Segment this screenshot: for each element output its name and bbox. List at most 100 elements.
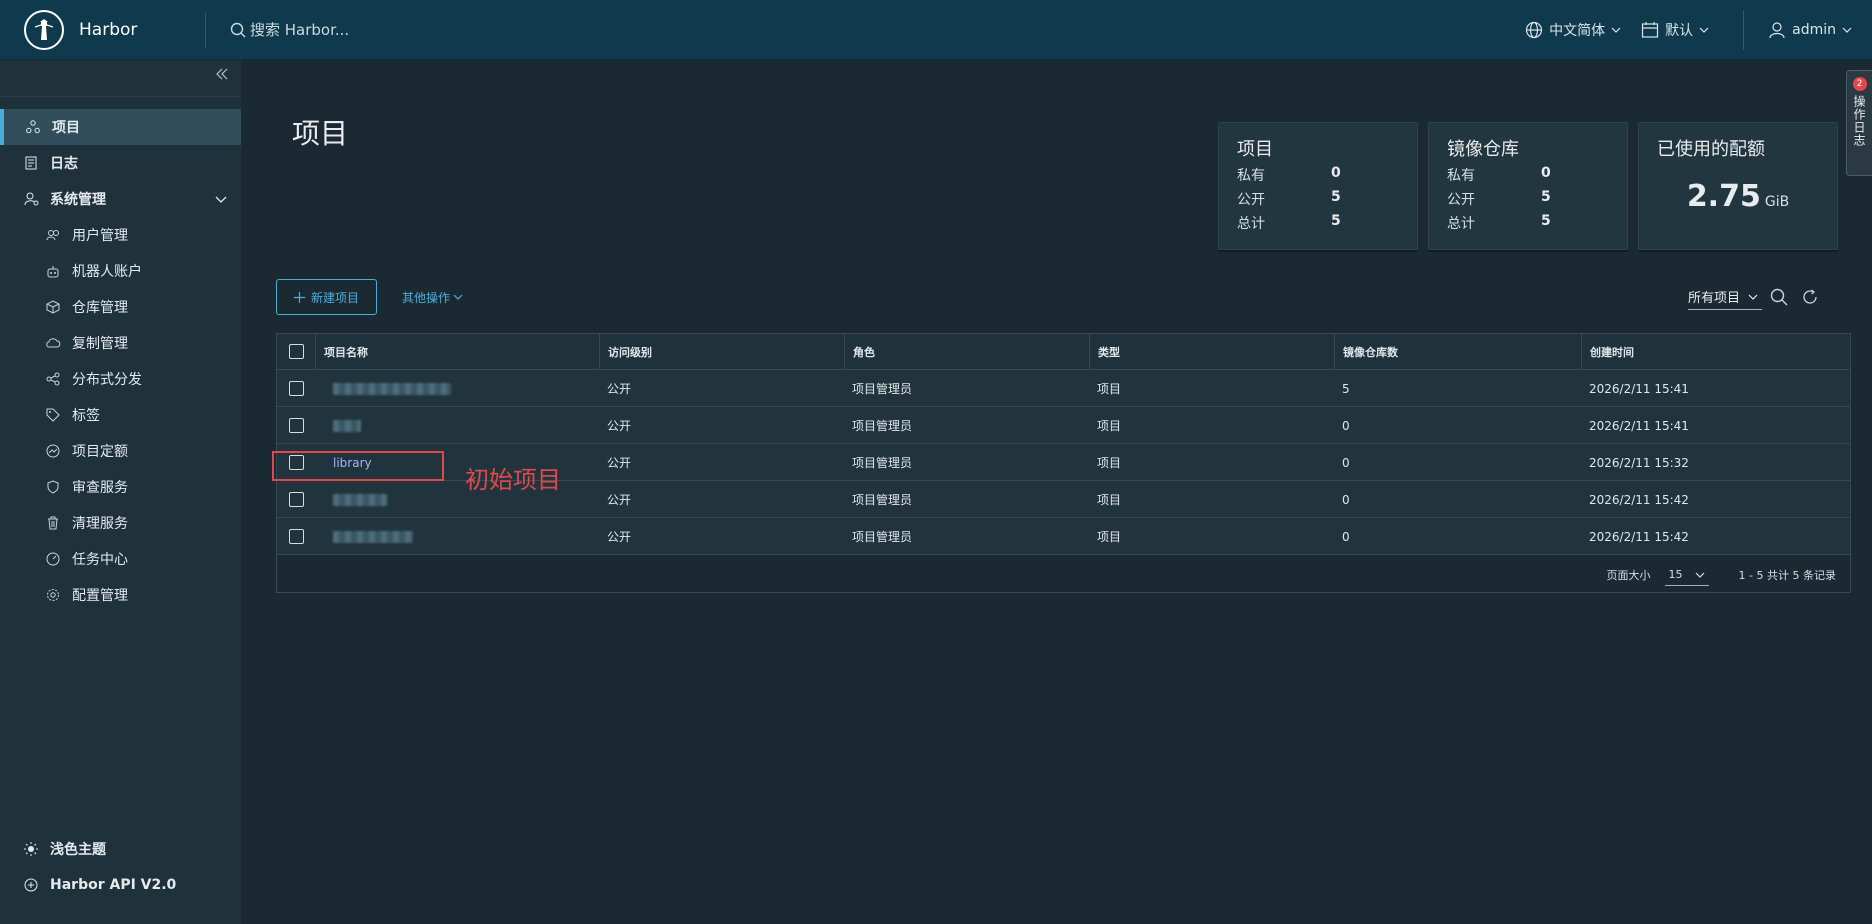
sidebar-item-robots[interactable]: 机器人账户 [0, 253, 241, 289]
header-separator [1743, 10, 1745, 50]
replication-icon [42, 337, 64, 349]
repo-count-cell: 0 [1342, 529, 1350, 544]
api-link[interactable]: Harbor API V2.0 [0, 867, 241, 903]
language-selector[interactable]: 中文简体 [1525, 20, 1621, 40]
chevron-down-icon [1748, 294, 1758, 300]
col-header-type[interactable]: 类型 [1089, 334, 1334, 370]
tag-icon [42, 408, 64, 422]
top-header: Harbor 搜索 Harbor... 中文简体 默认 admin [0, 0, 1872, 60]
sidebar-item-distribution[interactable]: 分布式分发 [0, 361, 241, 397]
sidebar-item-label: 审查服务 [72, 480, 128, 496]
redacted-name [333, 530, 413, 543]
project-name-cell[interactable] [325, 481, 387, 518]
sidebar-item-logs[interactable]: 日志 [0, 145, 241, 181]
table-row[interactable]: 公开 项目管理员 项目 0 2026/2/11 15:41 [277, 407, 1850, 444]
quota-value: 2.75 GiB [1686, 179, 1790, 214]
sidebar-item-replication[interactable]: 复制管理 [0, 325, 241, 361]
project-name-cell[interactable] [325, 518, 413, 555]
created-cell: 2026/2/11 15:41 [1589, 418, 1689, 433]
repo-count-cell: 0 [1342, 492, 1350, 507]
table-row[interactable]: 公开 项目管理员 项目 0 2026/2/11 15:42 [277, 518, 1850, 555]
search-icon[interactable] [1770, 288, 1788, 306]
other-actions-dropdown[interactable]: 其他操作 [402, 279, 463, 315]
sidebar-item-quotas[interactable]: 项目定额 [0, 433, 241, 469]
header-right: 中文简体 默认 admin [1525, 0, 1872, 60]
col-header-created[interactable]: 创建时间 [1581, 334, 1852, 370]
sidebar-item-jobs[interactable]: 任务中心 [0, 541, 241, 577]
repo-count-cell: 0 [1342, 455, 1350, 470]
card-row-public: 公开 5 [1237, 189, 1341, 208]
date-format-selector[interactable]: 默认 [1641, 20, 1709, 40]
project-name-cell[interactable] [325, 407, 361, 444]
chevron-down-icon[interactable] [215, 196, 227, 203]
robot-icon [42, 265, 64, 278]
table-row[interactable]: 公开 项目管理员 项目 5 2026/2/11 15:41 [277, 370, 1850, 407]
header-divider [205, 11, 206, 48]
annotation-box [272, 451, 444, 481]
collapse-sidebar-icon[interactable] [215, 68, 229, 80]
sidebar-item-projects[interactable]: 项目 [0, 109, 241, 145]
notification-badge: 2 [1852, 77, 1867, 91]
row-checkbox[interactable] [289, 418, 304, 433]
access-cell: 公开 [607, 493, 632, 507]
col-header-access[interactable]: 访问级别 [599, 334, 844, 370]
annotation-label: 初始项目 [465, 466, 561, 494]
sidebar-item-interrogation[interactable]: 审查服务 [0, 469, 241, 505]
gear-icon [42, 588, 64, 602]
calendar-icon [1641, 21, 1659, 39]
language-label: 中文简体 [1549, 23, 1606, 39]
sidebar-item-admin[interactable]: 系统管理 [0, 181, 241, 217]
col-header-name[interactable]: 项目名称 [315, 334, 595, 370]
sidebar-item-gc[interactable]: 清理服务 [0, 505, 241, 541]
role-cell: 项目管理员 [852, 530, 913, 544]
row-checkbox[interactable] [289, 529, 304, 544]
pagination-summary: 1 - 5 共计 5 条记录 [1738, 569, 1836, 582]
select-all-checkbox[interactable] [289, 344, 304, 359]
sidebar-item-config[interactable]: 配置管理 [0, 577, 241, 613]
access-cell: 公开 [607, 530, 632, 544]
row-checkbox[interactable] [289, 492, 304, 507]
user-menu[interactable]: admin [1768, 21, 1852, 39]
type-cell: 项目 [1097, 419, 1122, 433]
sidebar-item-label: 标签 [72, 408, 100, 424]
table-header: 项目名称 访问级别 角色 类型 镜像仓库数 创建时间 [277, 334, 1850, 370]
projects-summary-card: 项目 私有 0 公开 5 总计 5 [1218, 122, 1418, 250]
project-name-cell[interactable] [325, 370, 451, 407]
sidebar-item-registries[interactable]: 仓库管理 [0, 289, 241, 325]
chevron-down-icon [1611, 27, 1621, 33]
page-size-select[interactable]: 15 [1664, 564, 1709, 586]
role-cell: 项目管理员 [852, 419, 913, 433]
card-row-total: 总计 5 [1447, 213, 1551, 232]
distribution-icon [42, 372, 64, 386]
type-cell: 项目 [1097, 530, 1122, 544]
sidebar-item-labels[interactable]: 标签 [0, 397, 241, 433]
global-search[interactable]: 搜索 Harbor... [230, 12, 530, 48]
new-project-button[interactable]: 新建项目 [276, 279, 377, 315]
sidebar-item-label: 清理服务 [72, 516, 128, 532]
refresh-icon[interactable] [1802, 289, 1818, 305]
theme-toggle[interactable]: 浅色主题 [0, 831, 241, 867]
search-input[interactable]: 搜索 Harbor... [250, 19, 349, 40]
date-format-label: 默认 [1665, 23, 1694, 39]
repo-count-cell: 0 [1342, 418, 1350, 433]
event-log-tab[interactable]: 2 操作日志 [1846, 70, 1872, 176]
brand[interactable]: Harbor [0, 0, 205, 60]
sidebar-item-users[interactable]: 用户管理 [0, 217, 241, 253]
chevron-down-icon [1695, 572, 1705, 578]
api-label: Harbor API V2.0 [50, 877, 177, 893]
quota-icon [42, 444, 64, 458]
col-header-role[interactable]: 角色 [844, 334, 1089, 370]
brand-name: Harbor [79, 19, 138, 40]
user-name: admin [1792, 22, 1836, 38]
project-filter-select[interactable]: 所有项目 [1688, 284, 1763, 310]
sidebar-item-label: 机器人账户 [72, 264, 142, 280]
col-header-repos[interactable]: 镜像仓库数 [1334, 334, 1581, 370]
quota-summary-card: 已使用的配额 2.75 GiB [1638, 122, 1838, 250]
redacted-name [333, 493, 387, 506]
registry-icon [42, 300, 64, 314]
row-checkbox[interactable] [289, 381, 304, 396]
type-cell: 项目 [1097, 493, 1122, 507]
sidebar: 项目 日志 系统管理 用户管理 机器人账户 仓库管理 复制管理 分布式分发 标签… [0, 60, 241, 924]
redacted-name [333, 419, 361, 432]
api-icon [20, 878, 42, 892]
